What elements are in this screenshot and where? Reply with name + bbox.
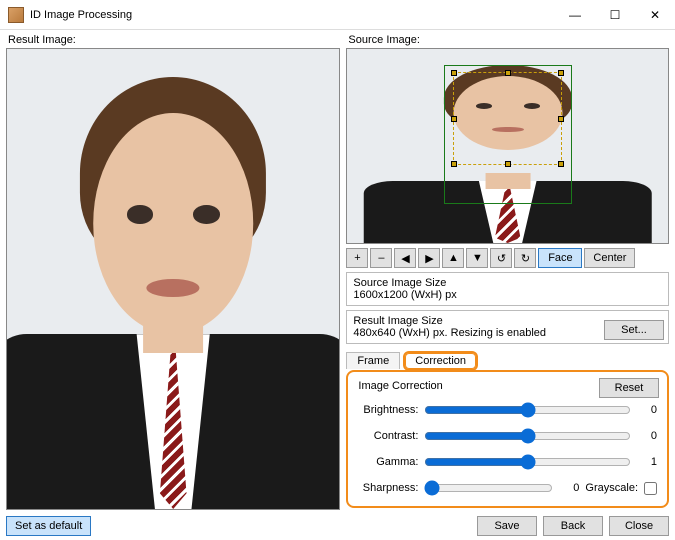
source-image[interactable] [346,48,669,244]
contrast-slider[interactable] [424,428,631,444]
set-size-button[interactable]: Set... [604,320,664,340]
source-size-frame: Source Image Size 1600x1200 (WxH) px [346,272,669,306]
back-button[interactable]: Back [543,516,603,536]
tab-frame[interactable]: Frame [346,352,400,369]
contrast-label: Contrast: [358,430,418,442]
result-size-frame: Result Image Size 480x640 (WxH) px. Resi… [346,310,669,344]
reset-button[interactable]: Reset [599,378,659,398]
move-left-button[interactable]: ◀ [394,248,416,268]
zoom-out-button[interactable]: – [370,248,392,268]
face-button[interactable]: Face [538,248,582,268]
sharpness-label: Sharpness: [358,482,418,494]
zoom-in-button[interactable]: + [346,248,368,268]
crop-handle[interactable] [451,70,457,76]
rotate-ccw-button[interactable]: ↺ [490,248,512,268]
brightness-slider[interactable] [424,402,631,418]
center-button[interactable]: Center [584,248,635,268]
rotate-cw-button[interactable]: ↻ [514,248,536,268]
result-portrait [7,49,339,509]
app-icon [8,7,24,23]
content: Result Image: Set as default Source Imag… [0,30,675,540]
source-toolbar: + – ◀ ▶ ▲ ▼ ↺ ↻ Face Center [346,248,669,268]
close-window-button[interactable]: ✕ [635,0,675,29]
crop-box[interactable] [453,72,562,165]
gamma-value: 1 [637,456,657,468]
set-as-default-button[interactable]: Set as default [6,516,91,536]
gamma-slider[interactable] [424,454,631,470]
brightness-value: 0 [637,404,657,416]
tab-correction[interactable]: Correction [403,351,478,371]
brightness-label: Brightness: [358,404,418,416]
source-column: Source Image: [346,34,669,536]
titlebar: ID Image Processing — ☐ ✕ [0,0,675,30]
window-title: ID Image Processing [30,9,555,21]
contrast-value: 0 [637,430,657,442]
move-down-button[interactable]: ▼ [466,248,488,268]
result-label: Result Image: [8,34,340,46]
save-button[interactable]: Save [477,516,537,536]
bottom-buttons: Save Back Close [346,516,669,536]
correction-panel: Image Correction Reset Brightness: 0 Con… [346,370,669,508]
result-column: Result Image: Set as default [6,34,340,536]
grayscale-label: Grayscale: [585,482,638,494]
minimize-button[interactable]: — [555,0,595,29]
crop-handle[interactable] [558,161,564,167]
crop-handle[interactable] [505,161,511,167]
crop-handle[interactable] [451,161,457,167]
crop-handle[interactable] [451,116,457,122]
source-label: Source Image: [348,34,669,46]
move-up-button[interactable]: ▲ [442,248,464,268]
maximize-button[interactable]: ☐ [595,0,635,29]
grayscale-checkbox[interactable] [644,482,657,495]
crop-handle[interactable] [505,70,511,76]
result-image [6,48,340,510]
sharpness-slider[interactable] [424,480,553,496]
crop-handle[interactable] [558,70,564,76]
move-right-button[interactable]: ▶ [418,248,440,268]
gamma-label: Gamma: [358,456,418,468]
close-button[interactable]: Close [609,516,669,536]
tabs: Frame Correction [346,350,669,370]
source-size-title: Source Image Size [353,277,662,289]
crop-handle[interactable] [558,116,564,122]
source-size-value: 1600x1200 (WxH) px [353,289,662,301]
sharpness-value: 0 [559,482,579,494]
